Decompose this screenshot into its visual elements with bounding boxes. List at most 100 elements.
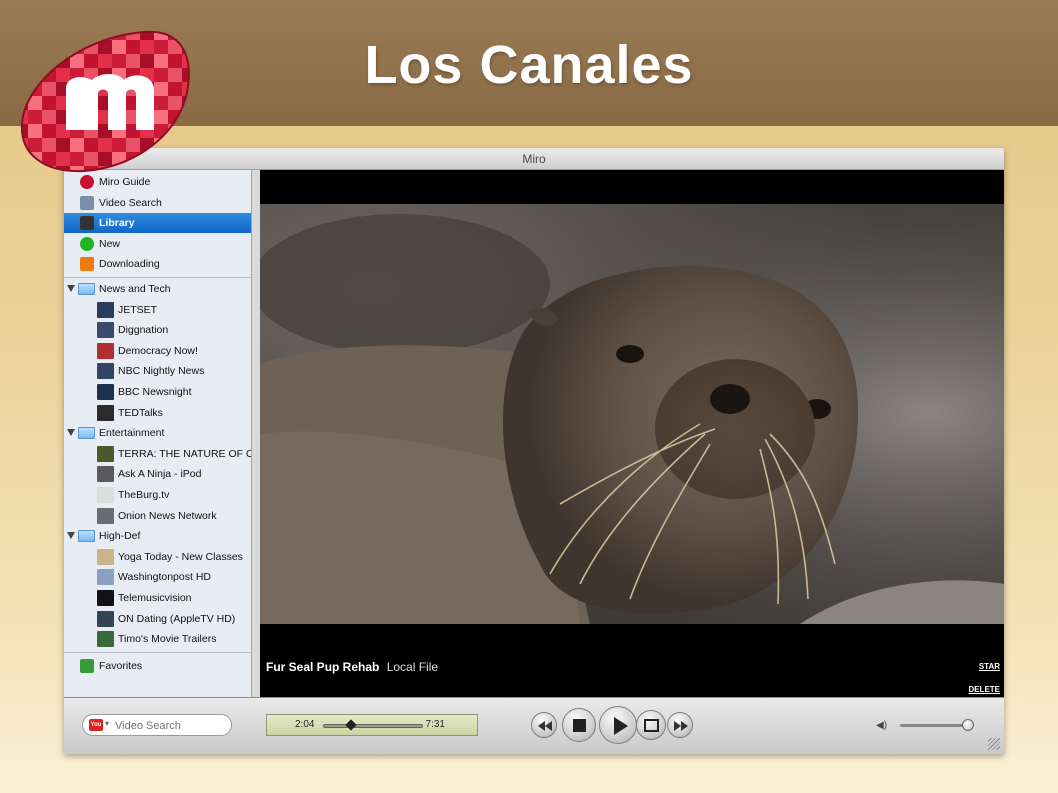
sidebar-channel[interactable]: BBC Newsnight [64,382,251,402]
logo-mosaic-tile [168,31,182,40]
sidebar-channel-label: BBC Newsnight [118,386,192,398]
sidebar-item-favorites[interactable]: Favorites [64,656,251,676]
logo-mosaic-tile [28,110,42,124]
channel-thumbnail-icon [97,342,114,359]
sidebar-channel-label: Onion News Network [118,509,217,522]
sidebar-channel[interactable]: Ask A Ninja - iPod [64,464,251,484]
channel-thumbnail-icon [97,363,114,380]
delete-link[interactable]: DELETE [968,685,1000,694]
total-time: 7:31 [425,719,445,730]
logo-mosaic-tile [168,152,182,166]
disclosure-triangle-icon[interactable] [67,532,75,540]
logo-mosaic-tile [28,124,42,138]
logo-mosaic-tile [56,138,70,152]
logo-mosaic-tile [28,54,42,68]
logo-mosaic-tile [28,68,42,82]
disclosure-triangle-icon[interactable] [67,285,75,292]
star-link[interactable]: STAR [979,662,1000,671]
sidebar-folder-entertainment[interactable]: Entertainment [64,423,251,443]
logo-mosaic-tile [21,110,28,124]
logo-mosaic-tile [154,96,168,110]
sidebar-item-library[interactable]: Library [64,213,251,234]
logo-mosaic-tile [154,166,168,172]
logo-mosaic-tile [42,82,56,96]
skip-forward-button[interactable] [667,712,693,738]
video-search-input[interactable] [115,718,225,733]
logo-mosaic-tile [154,124,168,138]
video-search-box[interactable]: You ▾ [82,714,232,736]
sidebar-channel[interactable]: NBC Nightly News [64,361,251,381]
play-button[interactable] [599,706,637,744]
sidebar-item-label: Favorites [99,659,143,672]
logo-mosaic-tile [112,54,126,68]
window-resize-grip[interactable] [988,738,1000,750]
magnifier-icon [80,195,94,210]
logo-mosaic-tile [70,138,84,152]
logo-mosaic-tile [84,152,98,166]
sidebar-channel[interactable]: Democracy Now! [64,341,251,361]
logo-mosaic-tile [56,31,70,40]
sidebar-channel[interactable]: TheBurg.tv [64,485,251,505]
fullscreen-button[interactable] [636,710,666,740]
progress-track[interactable] [323,724,423,728]
sidebar-channel[interactable]: ON Dating (AppleTV HD) [64,609,251,629]
sidebar-folder-label: News and Tech [99,283,171,295]
sidebar-channel[interactable]: Yoga Today - New Classes [64,547,251,567]
sidebar-item-video-search[interactable]: Video Search [64,193,251,213]
folder-icon [78,283,95,295]
logo-mosaic-tile [154,138,168,152]
logo-mosaic-tile [154,54,168,68]
video-frame[interactable] [260,204,1004,624]
logo-mosaic-tile [112,40,126,54]
logo-mosaic-tile [21,40,28,54]
sidebar-channel[interactable]: Diggnation [64,320,251,340]
seal-video-image [260,204,1004,624]
sidebar-channel[interactable]: TEDTalks [64,403,251,423]
skip-back-button[interactable] [531,712,557,738]
sidebar-item-new[interactable]: New [64,234,251,254]
miro-window: Miro ⋮ Miro GuideVideo SearchLibraryNewD… [64,148,1004,754]
channel-thumbnail-icon [97,322,114,339]
logo-mosaic-tile [56,152,70,166]
logo-mosaic-tile [84,54,98,68]
logo-mosaic-tile [21,68,28,82]
progress-scrubber[interactable] [345,719,357,731]
logo-mosaic-tile [42,96,56,110]
sidebar-channel[interactable]: TERRA: THE NATURE OF O [64,444,251,464]
channel-thumbnail-icon [97,487,114,503]
sidebar-channel[interactable]: Timo's Movie Trailers [64,629,251,649]
logo-mosaic-tile [21,152,28,166]
logo-mosaic-tile [84,31,98,40]
video-player[interactable]: Fur Seal Pup Rehab Local File STAR DELET… [260,170,1004,697]
film-library-icon [80,216,94,231]
sidebar-item-label: Video Search [99,196,162,209]
sidebar-item-downloading[interactable]: Downloading [64,254,251,274]
logo-mosaic-tile [112,138,126,152]
volume-track[interactable] [900,724,972,727]
video-caption: Fur Seal Pup Rehab Local File [266,660,438,674]
volume-slider-knob[interactable] [962,719,975,731]
sidebar-channel[interactable]: Washingtonpost HD [64,567,251,587]
sidebar-channel-label: TEDTalks [118,406,163,419]
logo-mosaic-tile [28,40,42,54]
logo-mosaic-tile [168,138,182,152]
window-titlebar[interactable]: Miro [64,148,1004,170]
sidebar-channel[interactable]: JETSET [64,300,251,320]
logo-mosaic-tile [84,138,98,152]
logo-mosaic-tile [70,152,84,166]
stop-button[interactable] [562,708,596,742]
sidebar-item-miro-guide[interactable]: Miro Guide [64,172,251,192]
sidebar-folder-news-and-tech[interactable]: News and Tech [64,279,251,299]
logo-mosaic-tile [126,138,140,152]
channel-thumbnail-icon [97,610,114,627]
youtube-icon[interactable]: You [89,719,103,731]
search-engine-dropdown-icon[interactable]: ▾ [105,719,109,728]
sidebar-item-label: Downloading [99,258,160,271]
sidebar-folder-high-def[interactable]: High-Def [64,526,251,546]
sidebar-channel[interactable]: Onion News Network [64,506,251,526]
disclosure-triangle-icon[interactable] [67,429,75,437]
logo-mosaic-tile [21,54,28,68]
sidebar-channel[interactable]: Telemusicvision [64,588,251,608]
sidebar-item-label: Miro Guide [99,176,151,188]
channel-thumbnail-icon [97,548,114,565]
